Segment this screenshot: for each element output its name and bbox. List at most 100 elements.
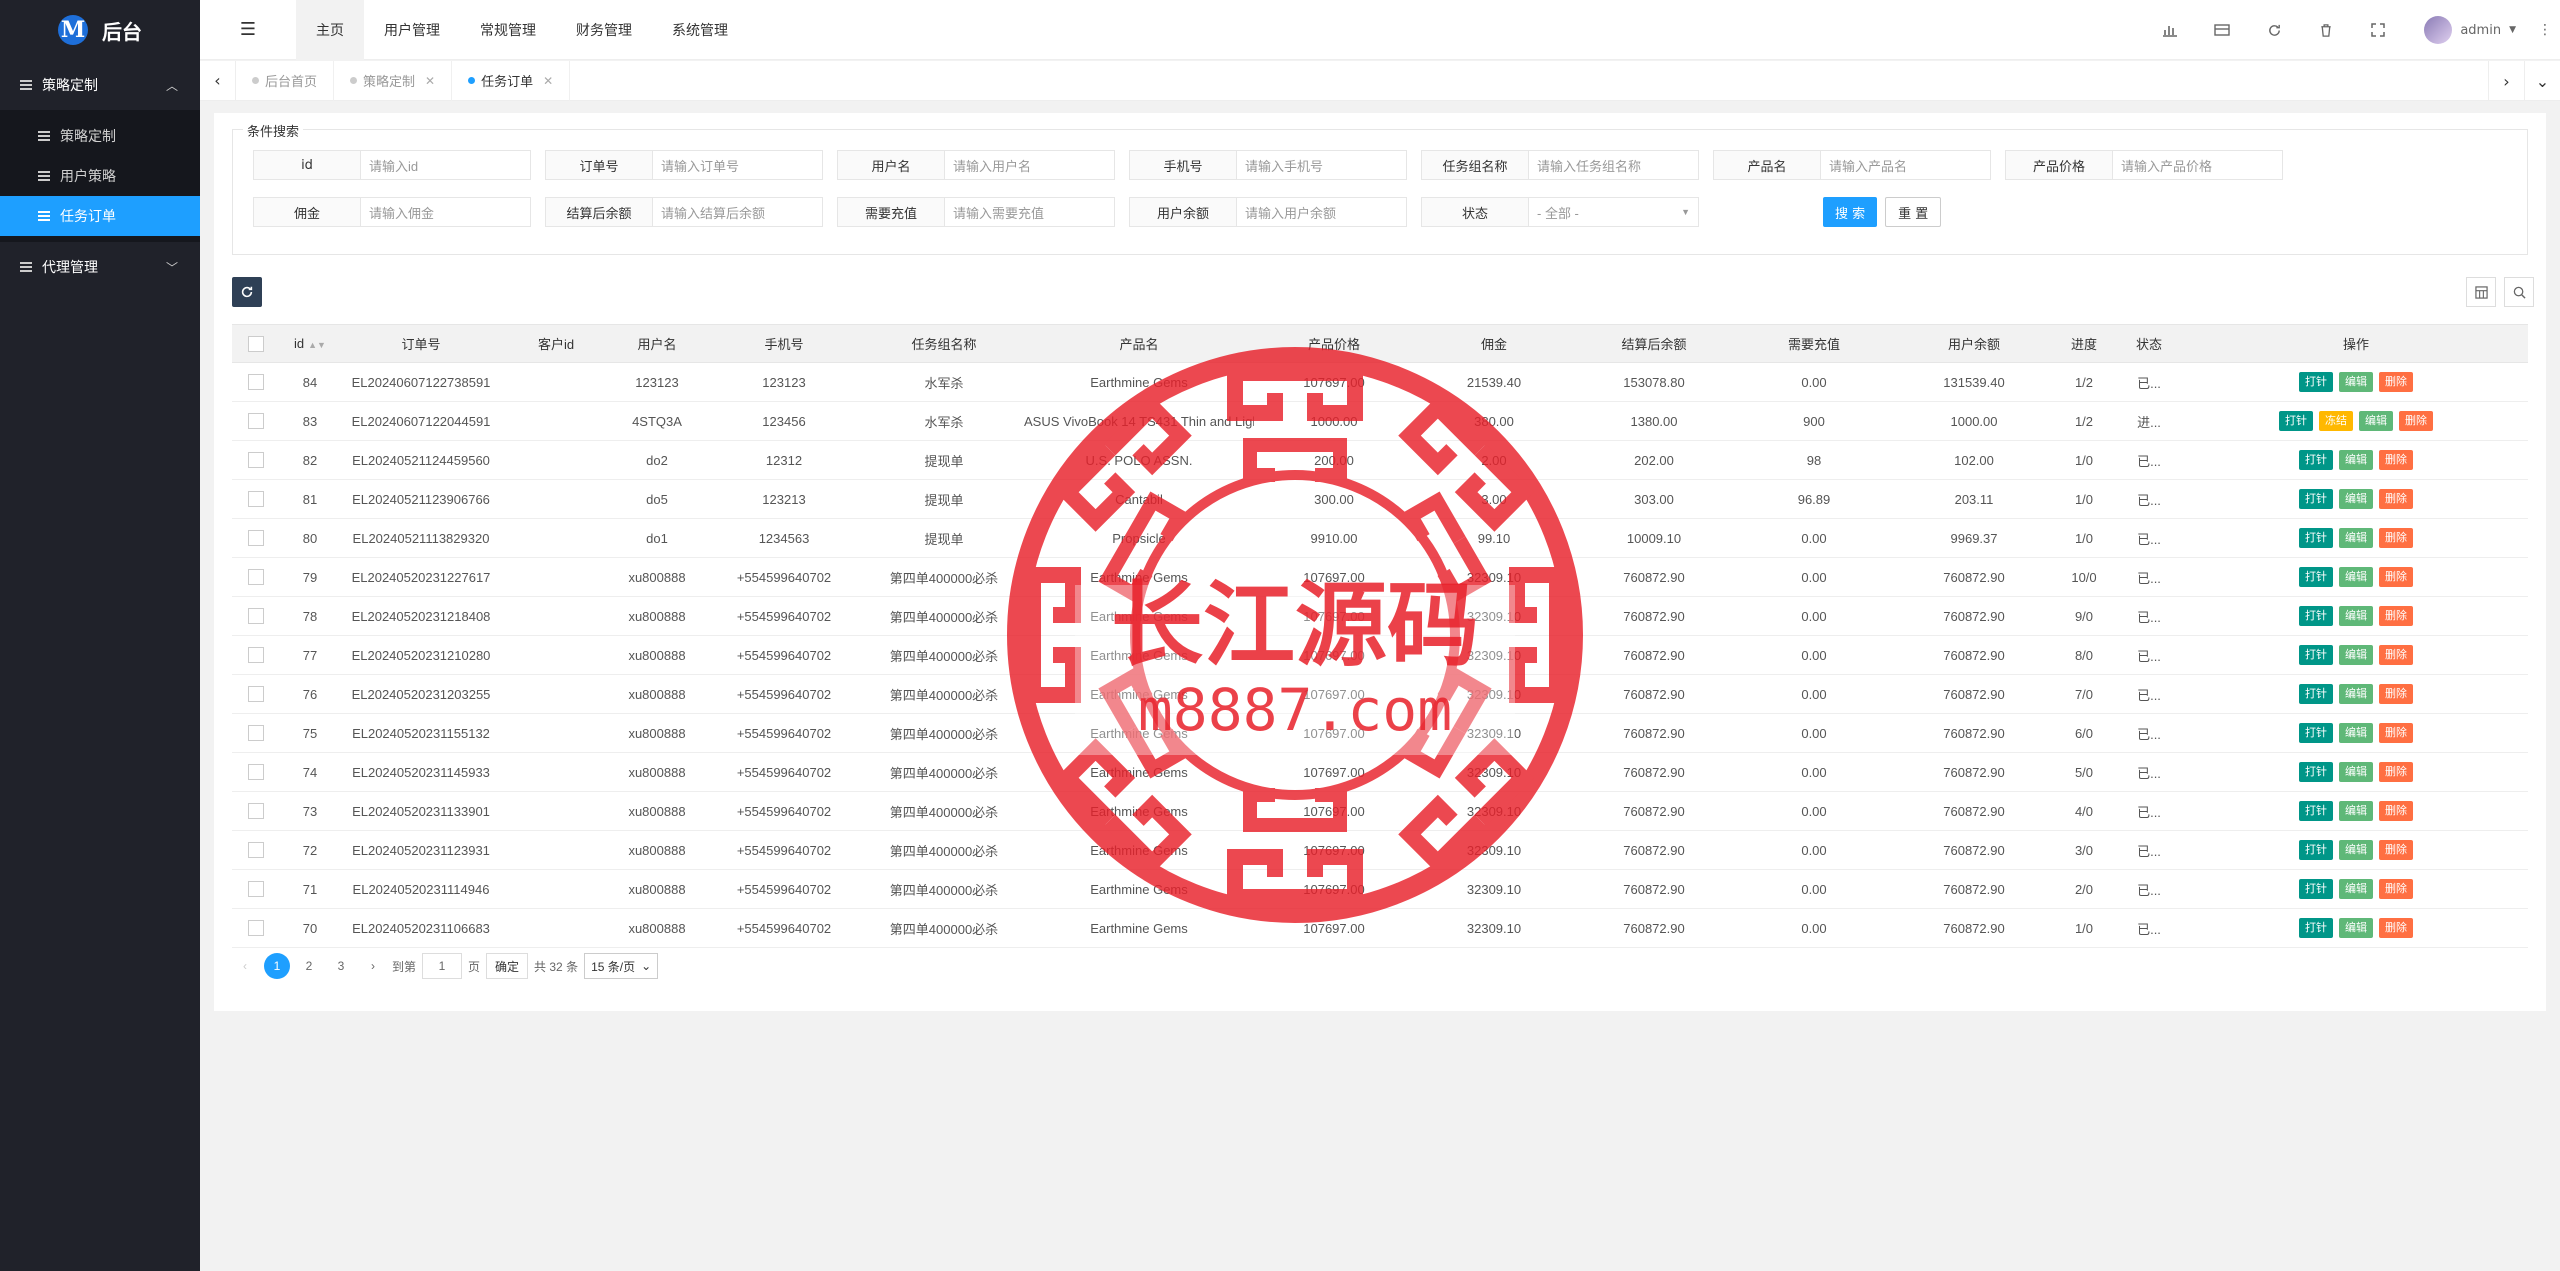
phone-input[interactable]: 请输入手机号 bbox=[1237, 150, 1407, 180]
edit-button[interactable]: 编辑 bbox=[2339, 528, 2373, 548]
commission-input[interactable]: 请输入佣金 bbox=[361, 197, 531, 227]
balance-input[interactable]: 请输入用户余额 bbox=[1237, 197, 1407, 227]
goto-confirm-button[interactable]: 确定 bbox=[486, 953, 529, 979]
trash-icon[interactable] bbox=[2300, 0, 2352, 60]
delete-button[interactable]: 删除 bbox=[2379, 723, 2413, 743]
print-button[interactable]: 打针 bbox=[2299, 840, 2333, 860]
edit-button[interactable]: 编辑 bbox=[2339, 684, 2373, 704]
edit-button[interactable]: 编辑 bbox=[2339, 645, 2373, 665]
print-button[interactable]: 打针 bbox=[2299, 450, 2333, 470]
edit-button[interactable]: 编辑 bbox=[2359, 411, 2393, 431]
edit-button[interactable]: 编辑 bbox=[2339, 801, 2373, 821]
table-row[interactable]: 72 EL20240520231123931 xu800888 +5545996407… bbox=[232, 830, 2528, 870]
tab-strategy[interactable]: 策略定制 ✕ bbox=[334, 60, 453, 101]
table-row[interactable]: 79 EL20240520231227617 xu800888 +5545996407… bbox=[232, 557, 2528, 597]
edit-button[interactable]: 编辑 bbox=[2339, 567, 2373, 587]
tabs-prev-icon[interactable]: ‹ bbox=[200, 60, 236, 101]
page-size-select[interactable]: 15 条/页 ⌄ bbox=[584, 953, 659, 979]
next-page-icon[interactable]: › bbox=[360, 953, 386, 979]
row-checkbox[interactable] bbox=[248, 686, 264, 703]
menu-fold-icon[interactable]: ☰ bbox=[200, 0, 296, 60]
sidebar-item-strategy[interactable]: 策略定制 bbox=[0, 116, 200, 156]
edit-button[interactable]: 编辑 bbox=[2339, 450, 2373, 470]
tabs-next-icon[interactable]: › bbox=[2488, 61, 2524, 101]
select-all-checkbox[interactable] bbox=[248, 335, 264, 352]
delete-button[interactable]: 删除 bbox=[2379, 645, 2413, 665]
row-checkbox[interactable] bbox=[248, 647, 264, 664]
chevron-down-icon[interactable]: ⌄ bbox=[2524, 61, 2560, 101]
col-header-id[interactable]: id ▲▼ bbox=[280, 324, 340, 363]
row-checkbox[interactable] bbox=[248, 842, 264, 859]
table-row[interactable]: 83 EL20240607122044591 4STQ3A 123456 水军杀 ASUS… bbox=[232, 401, 2528, 441]
product-input[interactable]: 请输入产品名 bbox=[1821, 150, 1991, 180]
delete-button[interactable]: 删除 bbox=[2379, 606, 2413, 626]
table-row[interactable]: 76 EL20240520231203255 xu800888 +5545996407… bbox=[232, 674, 2528, 714]
print-button[interactable]: 打针 bbox=[2299, 567, 2333, 587]
sidebar-group-strategy[interactable]: 策略定制 ︿ bbox=[0, 60, 200, 110]
delete-button[interactable]: 删除 bbox=[2379, 489, 2413, 509]
top-menu-home[interactable]: 主页 bbox=[296, 0, 364, 60]
print-button[interactable]: 打针 bbox=[2299, 489, 2333, 509]
row-checkbox[interactable] bbox=[248, 452, 264, 469]
table-row[interactable]: 73 EL20240520231133901 xu800888 +5545996407… bbox=[232, 791, 2528, 831]
edit-button[interactable]: 编辑 bbox=[2339, 762, 2373, 782]
row-checkbox[interactable] bbox=[248, 881, 264, 898]
card-icon[interactable] bbox=[2196, 0, 2248, 60]
sidebar-item-task-orders[interactable]: 任务订单 bbox=[0, 196, 200, 236]
print-button[interactable]: 打针 bbox=[2299, 528, 2333, 548]
table-row[interactable]: 78 EL20240520231218408 xu800888 +5545996407… bbox=[232, 596, 2528, 636]
row-checkbox[interactable] bbox=[248, 920, 264, 937]
print-button[interactable]: 打针 bbox=[2299, 918, 2333, 938]
refresh-icon[interactable] bbox=[2248, 0, 2300, 60]
row-checkbox[interactable] bbox=[248, 530, 264, 547]
table-row[interactable]: 82 EL20240521124459560 do2 12312 提现单 U.S. POL… bbox=[232, 440, 2528, 480]
row-checkbox[interactable] bbox=[248, 413, 264, 430]
edit-button[interactable]: 编辑 bbox=[2339, 723, 2373, 743]
table-row[interactable]: 80 EL20240521113829320 do1 1234563 提现单 Propsi… bbox=[232, 518, 2528, 558]
search-icon[interactable] bbox=[2504, 277, 2534, 307]
order-no-input[interactable]: 请输入订单号 bbox=[653, 150, 823, 180]
table-row[interactable]: 84 EL20240607122738591 123123 123123 水军杀 Eart… bbox=[232, 362, 2528, 402]
delete-button[interactable]: 删除 bbox=[2379, 879, 2413, 899]
table-row[interactable]: 75 EL20240520231155132 xu800888 +5545996407… bbox=[232, 713, 2528, 753]
id-input[interactable]: 请输入id bbox=[361, 150, 531, 180]
table-row[interactable]: 74 EL20240520231145933 xu800888 +5545996407… bbox=[232, 752, 2528, 792]
delete-button[interactable]: 删除 bbox=[2379, 840, 2413, 860]
prev-page-icon[interactable]: ‹ bbox=[232, 953, 258, 979]
table-row[interactable]: 81 EL20240521123906766 do5 123213 提现单 Cantabi… bbox=[232, 479, 2528, 519]
close-icon[interactable]: ✕ bbox=[425, 74, 435, 88]
edit-button[interactable]: 编辑 bbox=[2339, 879, 2373, 899]
print-button[interactable]: 打针 bbox=[2279, 411, 2313, 431]
delete-button[interactable]: 删除 bbox=[2379, 762, 2413, 782]
edit-button[interactable]: 编辑 bbox=[2339, 840, 2373, 860]
delete-button[interactable]: 删除 bbox=[2379, 567, 2413, 587]
print-button[interactable]: 打针 bbox=[2299, 762, 2333, 782]
tab-task-orders[interactable]: 任务订单 ✕ bbox=[452, 60, 571, 101]
row-checkbox[interactable] bbox=[248, 725, 264, 742]
delete-button[interactable]: 删除 bbox=[2379, 801, 2413, 821]
freeze-button[interactable]: 冻结 bbox=[2319, 411, 2353, 431]
delete-button[interactable]: 删除 bbox=[2379, 918, 2413, 938]
top-menu-general[interactable]: 常规管理 bbox=[460, 0, 556, 60]
tab-home[interactable]: 后台首页 bbox=[236, 60, 335, 101]
sidebar-group-agent[interactable]: 代理管理 ﹀ bbox=[0, 242, 200, 292]
edit-button[interactable]: 编辑 bbox=[2339, 372, 2373, 392]
logo[interactable]: M 后台 bbox=[0, 0, 200, 60]
top-menu-finance[interactable]: 财务管理 bbox=[556, 0, 652, 60]
price-input[interactable]: 请输入产品价格 bbox=[2113, 150, 2283, 180]
row-checkbox[interactable] bbox=[248, 374, 264, 391]
delete-button[interactable]: 删除 bbox=[2379, 372, 2413, 392]
row-checkbox[interactable] bbox=[248, 491, 264, 508]
search-button[interactable]: 搜 索 bbox=[1823, 197, 1878, 227]
print-button[interactable]: 打针 bbox=[2299, 606, 2333, 626]
reset-button[interactable]: 重 置 bbox=[1885, 197, 1942, 227]
print-button[interactable]: 打针 bbox=[2299, 684, 2333, 704]
bar-chart-icon[interactable] bbox=[2144, 0, 2196, 60]
fullscreen-icon[interactable] bbox=[2352, 0, 2404, 60]
delete-button[interactable]: 删除 bbox=[2379, 684, 2413, 704]
page-3[interactable]: 3 bbox=[328, 953, 354, 979]
row-checkbox[interactable] bbox=[248, 803, 264, 820]
edit-button[interactable]: 编辑 bbox=[2339, 918, 2373, 938]
settled-balance-input[interactable]: 请输入结算后余额 bbox=[653, 197, 823, 227]
delete-button[interactable]: 删除 bbox=[2379, 450, 2413, 470]
